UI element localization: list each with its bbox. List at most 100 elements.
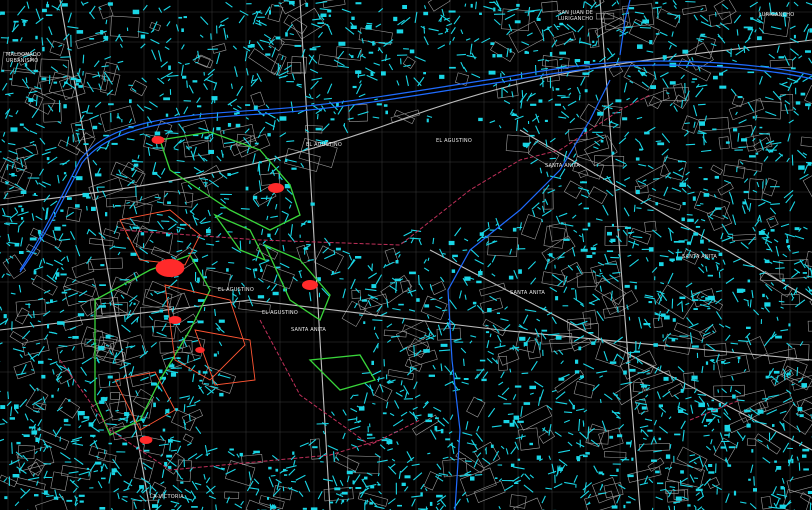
lot-line [578, 418, 581, 431]
lot-line [504, 13, 516, 21]
lot-line [604, 253, 609, 264]
lot-line [433, 406, 442, 412]
lot-line [509, 368, 512, 373]
lot-line [130, 498, 142, 502]
lot-line [487, 222, 490, 228]
lot-mark [791, 458, 794, 464]
lot-mark [758, 231, 765, 235]
lot-line [67, 12, 72, 23]
lot-mark [103, 134, 110, 137]
lot-line [695, 87, 704, 98]
lot-line [281, 55, 284, 61]
lot-line [256, 19, 267, 26]
lot-line [691, 57, 694, 61]
lot-mark [158, 369, 163, 374]
lot-mark [368, 51, 374, 54]
lot-line [567, 441, 573, 447]
lot-line [435, 305, 442, 310]
lot-line [519, 222, 522, 231]
lot-line [616, 353, 625, 360]
lot-line [20, 237, 23, 247]
lot-line [725, 277, 735, 284]
lot-line [86, 338, 93, 344]
lot-mark [637, 44, 643, 49]
lot-line [364, 288, 377, 292]
lot-line [213, 82, 218, 91]
lot-line [156, 331, 167, 337]
lot-line [423, 267, 430, 272]
lot-mark [563, 238, 570, 241]
lot-mark [452, 254, 458, 258]
lot-line [551, 274, 562, 282]
lot-mark [0, 405, 6, 409]
lot-line [123, 488, 130, 492]
lot-line [592, 243, 598, 247]
lot-mark [650, 85, 656, 89]
lot-mark [743, 26, 751, 29]
lot-line [35, 480, 39, 486]
lot-line [780, 223, 790, 228]
lot-line [554, 264, 556, 269]
lot-mark [435, 417, 439, 420]
lot-mark [64, 81, 68, 84]
street-block [781, 294, 800, 306]
lot-line [524, 309, 537, 313]
lot-line [0, 252, 2, 254]
lot-line [0, 423, 5, 425]
lot-mark [129, 99, 132, 104]
lot-line [118, 169, 122, 175]
lot-line [586, 502, 591, 506]
lot-line [193, 357, 201, 362]
lot-mark [234, 112, 238, 115]
lot-mark [523, 342, 528, 346]
lot-line [11, 442, 13, 454]
lot-line [654, 299, 657, 305]
lot-line [210, 100, 214, 105]
lot-line [776, 316, 779, 321]
cad-map-drawing[interactable] [0, 0, 812, 510]
red-marker [302, 280, 318, 290]
lot-line [414, 56, 426, 62]
lot-line [655, 496, 663, 501]
lot-mark [584, 89, 588, 93]
lot-line [758, 201, 766, 207]
lot-mark [111, 468, 117, 473]
lot-line [266, 285, 271, 290]
street-block [508, 20, 545, 53]
lot-mark [496, 312, 500, 314]
lot-line [70, 439, 80, 443]
lot-line [627, 495, 636, 501]
lot-mark [202, 371, 208, 374]
lot-line [68, 471, 79, 474]
lot-line [35, 342, 41, 345]
lot-line [492, 450, 500, 461]
lot-line [372, 116, 380, 119]
lot-mark [724, 434, 730, 436]
lot-line [0, 342, 3, 345]
lot-mark [584, 61, 590, 64]
lot-line [615, 180, 627, 187]
lot-line [82, 54, 85, 64]
lot-line [512, 394, 517, 400]
street-block [167, 292, 191, 315]
lot-line [216, 52, 221, 65]
lot-line [461, 491, 467, 497]
lot-line [203, 83, 208, 90]
lot-line [761, 307, 765, 310]
lot-line [193, 399, 201, 404]
lot-line [380, 312, 388, 317]
lot-line [299, 442, 309, 448]
lot-line [36, 387, 39, 392]
map-canvas[interactable]: MALDONADO URBANISMO SAN JUAN DE LURIGANCHO… [0, 0, 812, 510]
lot-line [700, 263, 704, 267]
lot-line [535, 125, 540, 135]
lot-line [473, 38, 480, 43]
lot-line [764, 71, 772, 78]
lot-line [62, 174, 68, 182]
lot-line [139, 133, 145, 136]
lot-line [179, 477, 184, 480]
street-block [15, 144, 39, 160]
lot-line [462, 432, 473, 436]
lot-line [676, 248, 679, 257]
lot-line [791, 154, 794, 166]
